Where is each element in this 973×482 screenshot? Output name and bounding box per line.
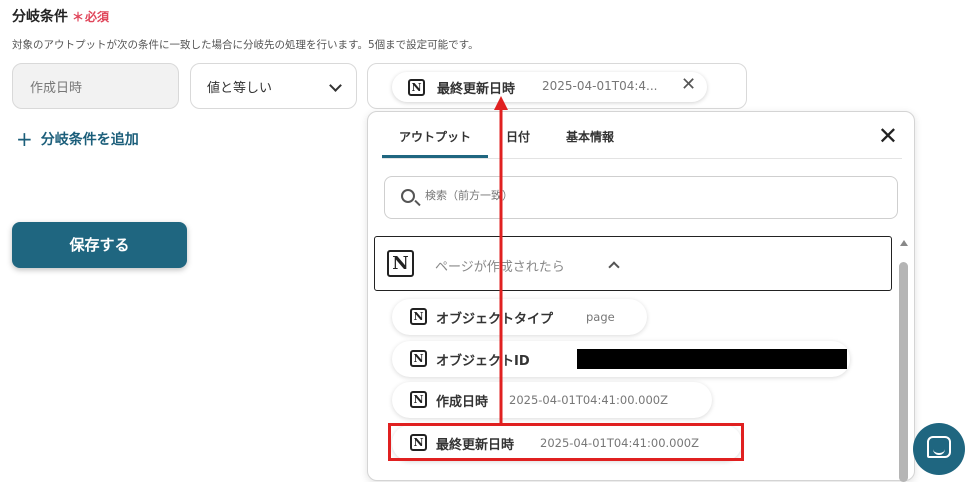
chat-support-button[interactable]: [913, 423, 965, 475]
annotation-arrow: [494, 96, 508, 423]
chat-bubble-icon: [927, 436, 951, 458]
